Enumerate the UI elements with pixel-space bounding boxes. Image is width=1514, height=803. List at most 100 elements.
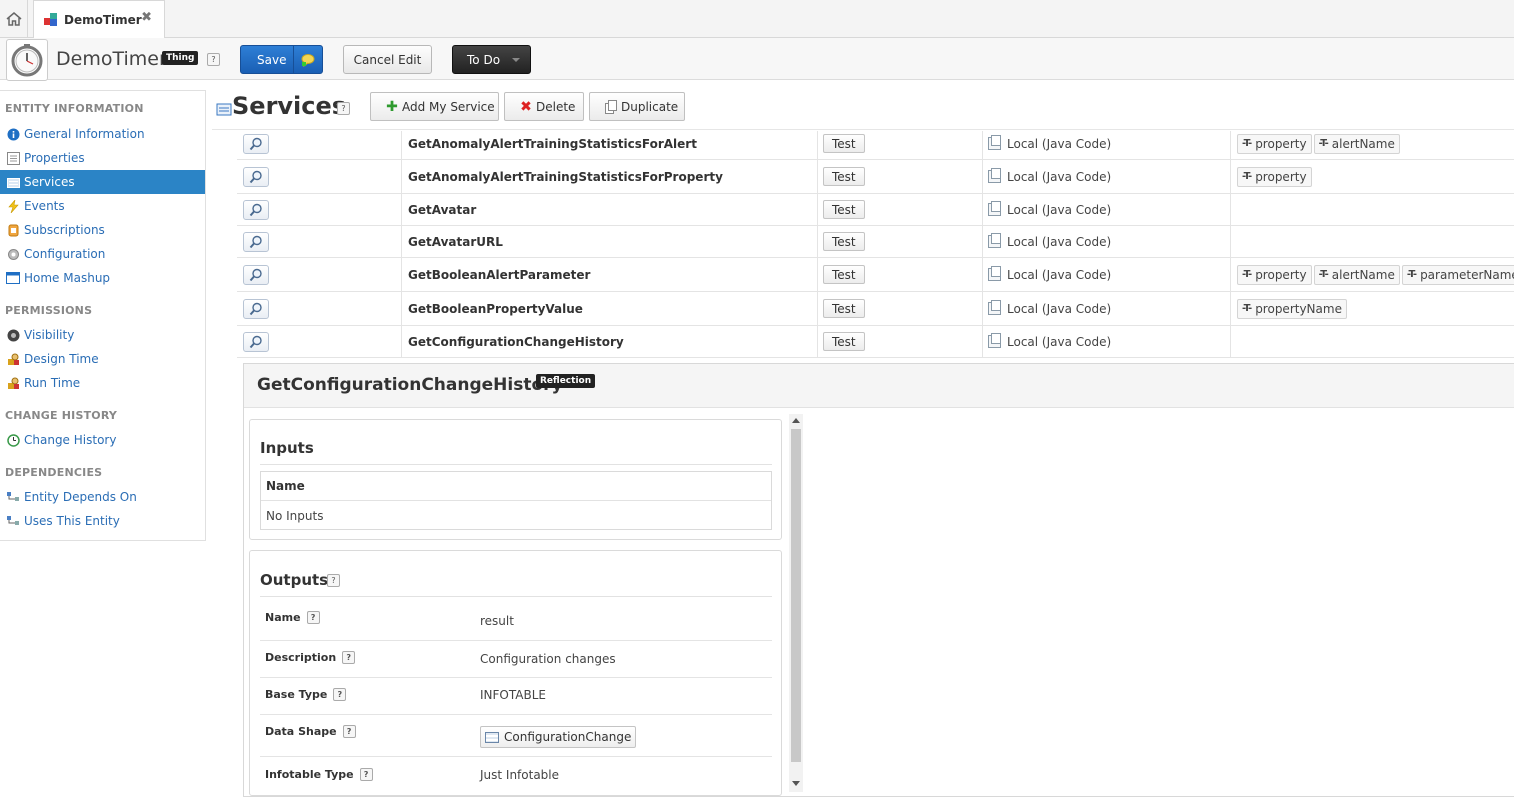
test-cell: Test — [818, 194, 983, 225]
table-row[interactable]: GetBooleanAlertParameter Test Local (Java … — [237, 258, 1514, 292]
tab-bar: DemoTimer ✖ — [0, 0, 1514, 39]
test-button[interactable]: Test — [823, 232, 865, 251]
scrollbar[interactable] — [789, 414, 803, 792]
source-label: Local (Java Code) — [1007, 136, 1112, 151]
source-label: Local (Java Code) — [1007, 267, 1112, 282]
magnifier-icon — [249, 268, 262, 281]
delete-icon: ✖ — [520, 99, 532, 115]
lightning-icon — [6, 199, 20, 213]
home-tab[interactable] — [0, 0, 28, 38]
service-params: -T-property — [1231, 160, 1514, 193]
todo-label: To Do — [467, 52, 501, 67]
inputs-table: Name No Inputs — [260, 471, 772, 530]
table-row[interactable]: GetAnomalyAlertTrainingStatisticsForAler… — [237, 131, 1514, 160]
sidebar-item-subscriptions[interactable]: Subscriptions — [0, 218, 205, 242]
scroll-up-icon[interactable] — [792, 418, 800, 423]
service-source: Local (Java Code) — [983, 226, 1231, 257]
help-icon[interactable]: ? — [359, 768, 373, 781]
local-code-icon — [988, 266, 1001, 281]
sidebar-item-services[interactable]: Services — [0, 170, 205, 194]
test-button[interactable]: Test — [823, 200, 865, 219]
parameter-tag: -T-parameterName — [1401, 264, 1514, 285]
sidebar-item-run-time[interactable]: Run Time — [0, 371, 205, 395]
service-name[interactable]: GetAnomalyAlertTrainingStatisticsForProp… — [402, 160, 818, 193]
service-name[interactable]: GetAvatarURL — [402, 226, 818, 257]
scrollbar-thumb[interactable] — [791, 429, 801, 762]
test-button[interactable]: Test — [823, 265, 865, 284]
service-name[interactable]: GetBooleanPropertyValue — [402, 292, 818, 325]
help-icon[interactable]: ? — [207, 53, 220, 66]
sidebar-item-home-mashup[interactable]: Home Mashup — [0, 266, 205, 290]
service-name[interactable]: GetConfigurationChangeHistory — [402, 326, 818, 357]
table-row[interactable]: GetAvatar Test Local (Java Code) — [237, 194, 1514, 226]
service-params — [1231, 194, 1514, 225]
string-type-icon: -T- — [1242, 171, 1252, 182]
table-row[interactable]: GetBooleanPropertyValue Test Local (Java C… — [237, 292, 1514, 326]
save-comment-button[interactable] — [293, 46, 322, 73]
data-shape-link[interactable]: ConfigurationChange — [480, 726, 637, 748]
sidebar-item-general-information[interactable]: General Information — [0, 122, 205, 146]
output-row-description: Description? Configuration changes — [260, 641, 772, 678]
sidebar-item-configuration[interactable]: Configuration — [0, 242, 205, 266]
outputs-title: Outputs — [260, 571, 329, 589]
parameter-name: propertyName — [1255, 301, 1342, 316]
parameter-name: parameterName — [1420, 267, 1514, 282]
help-icon[interactable]: ? — [333, 688, 347, 701]
view-service-button[interactable] — [243, 331, 269, 352]
view-service-button[interactable] — [243, 133, 269, 154]
table-row[interactable]: GetConfigurationChangeHistory Test Local (… — [237, 326, 1514, 358]
delete-button[interactable]: ✖ Delete — [504, 92, 584, 121]
sidebar-item-events[interactable]: Events — [0, 194, 205, 218]
view-service-button[interactable] — [243, 264, 269, 285]
sidebar-item-design-time[interactable]: Design Time — [0, 347, 205, 371]
service-source: Local (Java Code) — [983, 326, 1231, 357]
tab-demotimer[interactable]: DemoTimer ✖ — [33, 0, 165, 39]
services-icon — [216, 101, 232, 117]
save-button[interactable]: Save — [240, 45, 323, 74]
service-name[interactable]: GetAnomalyAlertTrainingStatisticsForAler… — [402, 131, 818, 159]
todo-button[interactable]: To Do — [452, 45, 531, 74]
test-button[interactable]: Test — [823, 134, 865, 153]
test-button[interactable]: Test — [823, 167, 865, 186]
add-my-service-button[interactable]: ✚ Add My Service — [370, 92, 499, 121]
table-row[interactable]: GetAnomalyAlertTrainingStatisticsForProp… — [237, 160, 1514, 194]
help-icon[interactable]: ? — [342, 725, 356, 738]
view-service-button[interactable] — [243, 199, 269, 220]
save-label: Save — [257, 52, 287, 67]
source-label: Local (Java Code) — [1007, 301, 1112, 316]
test-cell: Test — [818, 326, 983, 357]
close-icon[interactable]: ✖ — [141, 10, 152, 25]
sidebar-item-visibility[interactable]: Visibility — [0, 323, 205, 347]
service-name[interactable]: GetAvatar — [402, 194, 818, 225]
view-service-button[interactable] — [243, 298, 269, 319]
table-row[interactable]: GetAvatarURL Test Local (Java Code) — [237, 226, 1514, 258]
help-icon[interactable]: ? — [337, 102, 350, 115]
source-label: Local (Java Code) — [1007, 234, 1112, 249]
data-shape-value: ConfigurationChange — [504, 730, 632, 744]
sidebar-item-uses-this-entity[interactable]: Uses This Entity — [0, 509, 205, 533]
output-label: Base Type? — [265, 688, 347, 701]
inputs-panel: Inputs Name No Inputs — [249, 419, 782, 540]
local-code-icon — [988, 201, 1001, 216]
duplicate-button[interactable]: Duplicate — [589, 92, 685, 121]
view-service-button[interactable] — [243, 166, 269, 187]
help-icon[interactable]: ? — [327, 574, 340, 587]
view-service-button[interactable] — [243, 231, 269, 252]
scroll-down-icon[interactable] — [792, 781, 800, 786]
test-button[interactable]: Test — [823, 332, 865, 351]
service-name[interactable]: GetBooleanAlertParameter — [402, 258, 818, 291]
help-icon[interactable]: ? — [342, 651, 356, 664]
sidebar-item-change-history[interactable]: Change History — [0, 428, 205, 452]
test-button[interactable]: Test — [823, 299, 865, 318]
mashup-icon — [6, 271, 20, 285]
sidebar-item-entity-depends-on[interactable]: Entity Depends On — [0, 485, 205, 509]
output-label-text: Base Type — [265, 688, 328, 701]
help-icon[interactable]: ? — [306, 611, 320, 624]
test-cell: Test — [818, 160, 983, 193]
sidebar-item-properties[interactable]: Properties — [0, 146, 205, 170]
sidebar-item-label: Services — [24, 175, 75, 189]
output-label: Infotable Type? — [265, 768, 373, 781]
info-icon — [6, 127, 20, 141]
detail-header: GetConfigurationChangeHistory Reflection — [244, 364, 1514, 408]
cancel-edit-button[interactable]: Cancel Edit — [343, 45, 432, 74]
